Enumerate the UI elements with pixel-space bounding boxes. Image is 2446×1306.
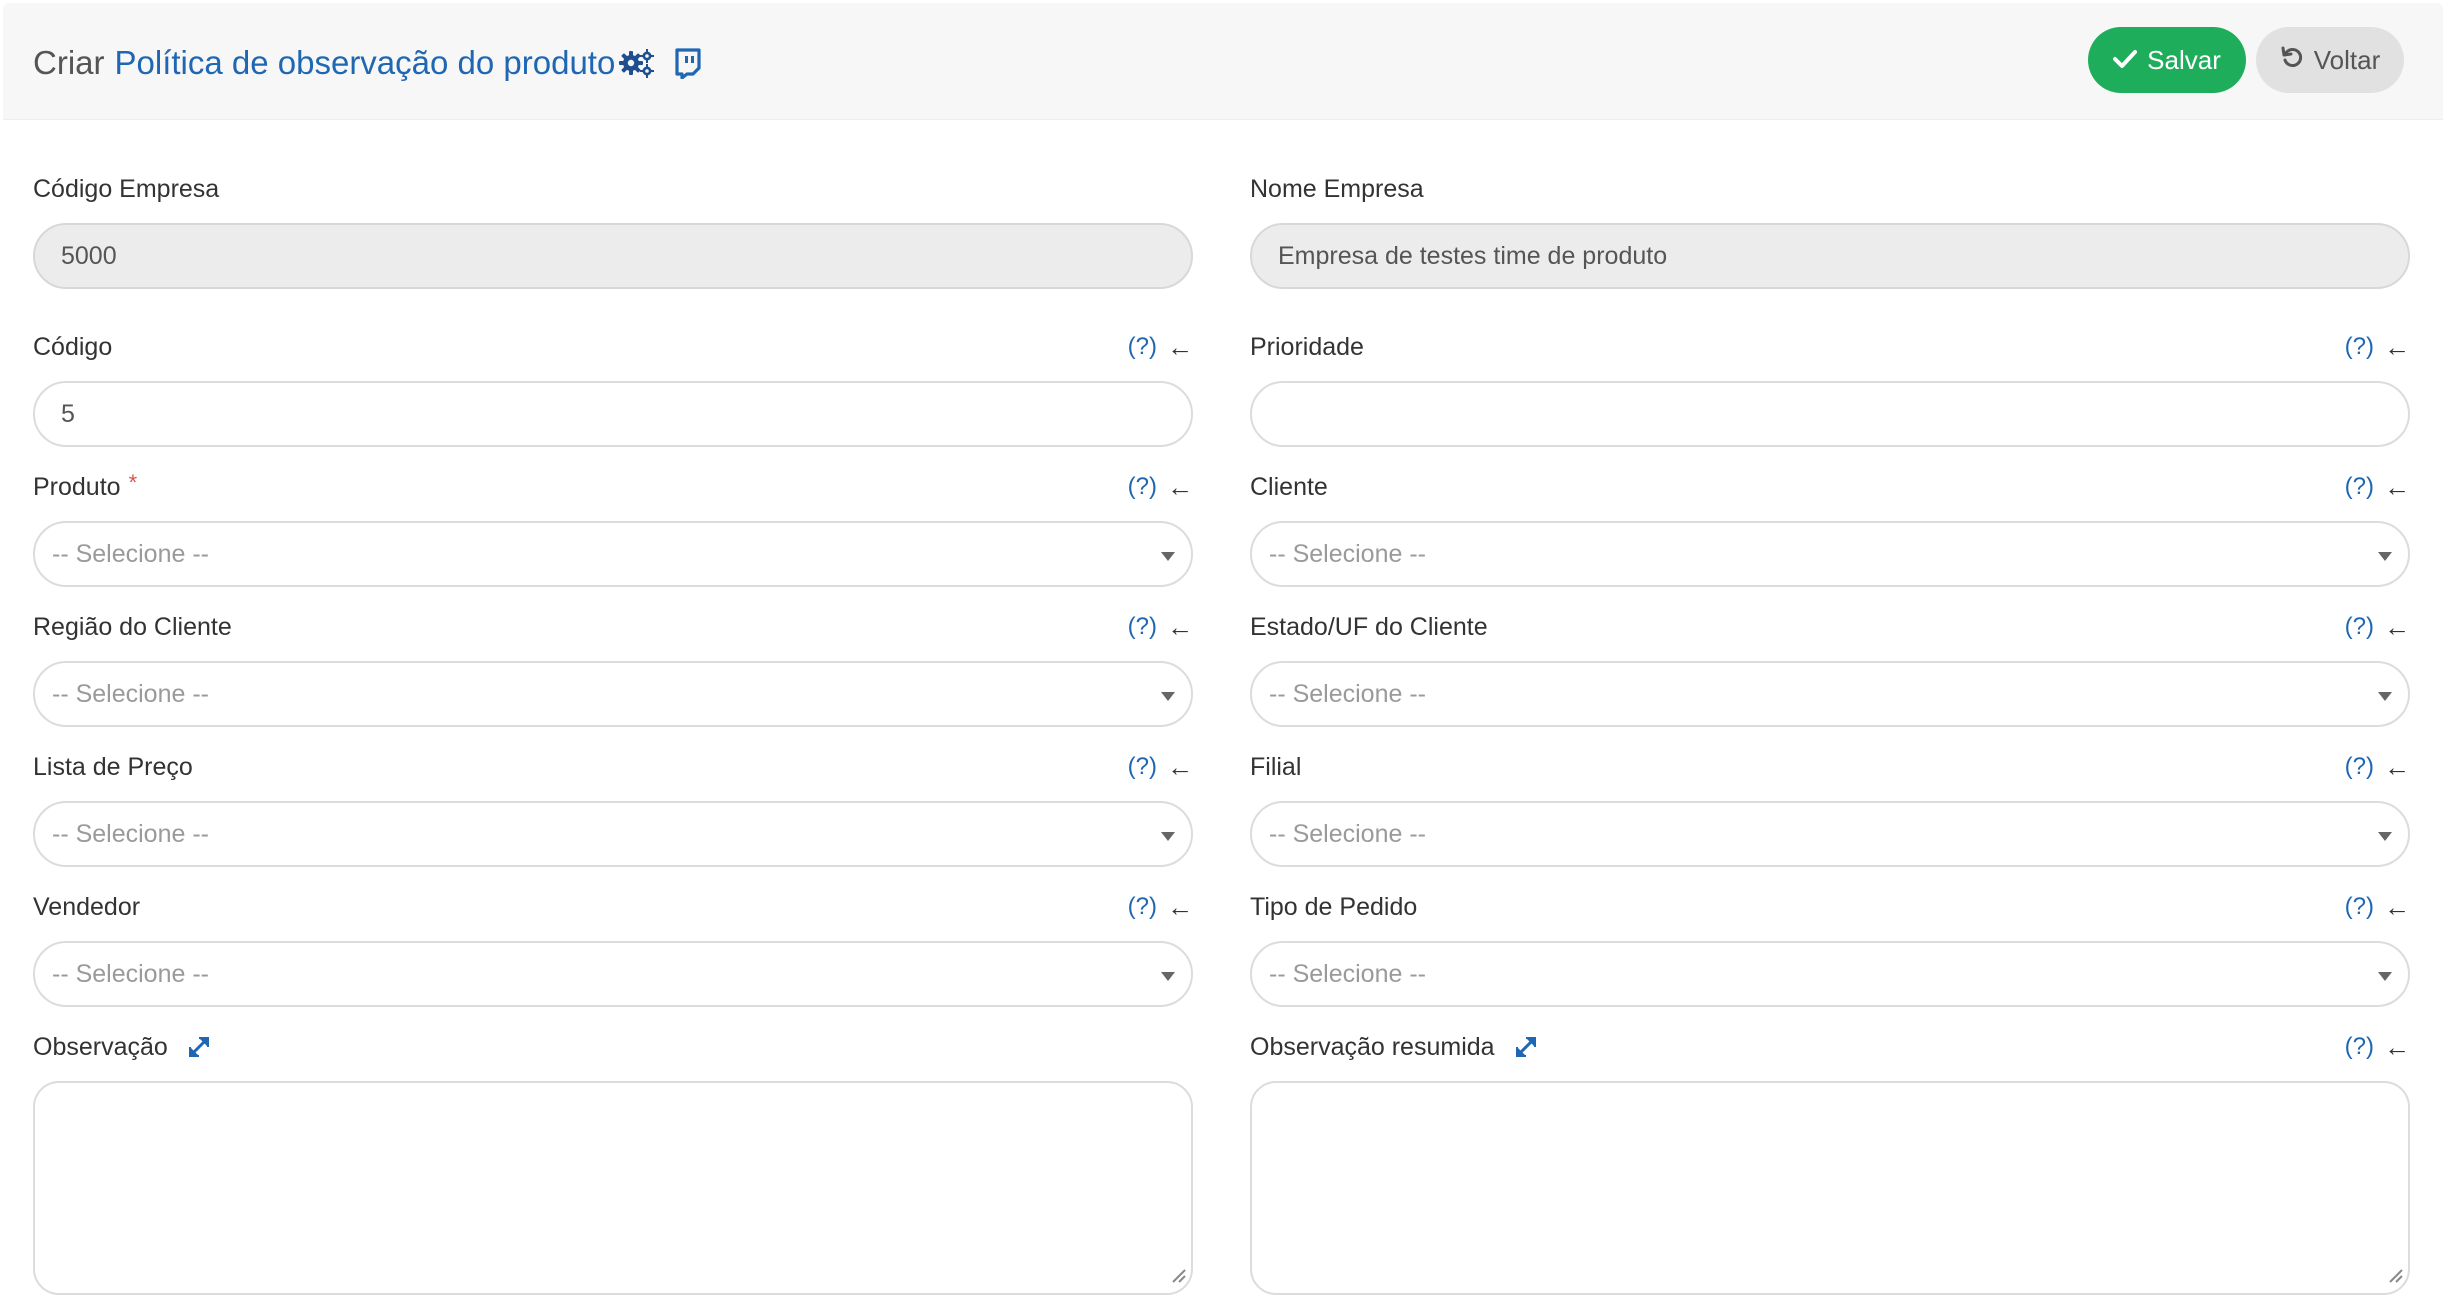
produto-placeholder: -- Selecione --	[52, 539, 209, 568]
prioridade-input[interactable]	[1250, 381, 2410, 447]
nome-empresa-input: Empresa de testes time de produto	[1250, 223, 2410, 289]
produto-label: Produto	[33, 472, 121, 501]
caret-down-icon	[1161, 692, 1175, 701]
lista-preco-select[interactable]: -- Selecione --	[33, 801, 1193, 867]
page: Criar Política de observação do produto	[3, 3, 2443, 1303]
estado-cliente-arrow-icon[interactable]: ←	[2384, 612, 2410, 643]
prioridade-help-link[interactable]: (?)	[2345, 333, 2374, 361]
field-codigo: Código (?) ← 5	[33, 329, 1193, 447]
lista-preco-placeholder: -- Selecione --	[52, 819, 209, 848]
cliente-placeholder: -- Selecione --	[1269, 539, 1426, 568]
vendedor-arrow-icon[interactable]: ←	[1167, 892, 1193, 923]
field-nome-empresa: Nome Empresa Empresa de testes time de p…	[1250, 171, 2410, 289]
field-filial: Filial (?) ← -- Selecione --	[1250, 749, 2410, 867]
observacao-resumida-textarea[interactable]	[1250, 1081, 2410, 1295]
page-header: Criar Política de observação do produto	[3, 3, 2443, 120]
estado-cliente-placeholder: -- Selecione --	[1269, 679, 1426, 708]
undo-icon	[2280, 45, 2304, 76]
vendedor-label: Vendedor	[33, 892, 141, 921]
codigo-empresa-input: 5000	[33, 223, 1193, 289]
field-lista-preco: Lista de Preço (?) ← -- Selecione --	[33, 749, 1193, 867]
produto-help-link[interactable]: (?)	[1128, 473, 1157, 501]
produto-arrow-icon[interactable]: ←	[1167, 472, 1193, 503]
gears-icon[interactable]	[619, 47, 655, 79]
expand-icon[interactable]	[186, 1034, 212, 1060]
caret-down-icon	[1161, 552, 1175, 561]
caret-down-icon	[2378, 832, 2392, 841]
resize-grip-icon[interactable]	[2386, 1266, 2404, 1289]
lista-preco-help-link[interactable]: (?)	[1128, 753, 1157, 781]
prioridade-arrow-icon[interactable]: ←	[2384, 332, 2410, 363]
caret-down-icon	[1161, 972, 1175, 981]
filial-arrow-icon[interactable]: ←	[2384, 752, 2410, 783]
back-button[interactable]: Voltar	[2256, 27, 2404, 93]
observacao-resumida-arrow-icon[interactable]: ←	[2384, 1032, 2410, 1063]
filial-label: Filial	[1250, 752, 1302, 781]
estado-cliente-help-link[interactable]: (?)	[2345, 613, 2374, 641]
nome-empresa-label: Nome Empresa	[1250, 174, 1424, 203]
tipo-pedido-help-link[interactable]: (?)	[2345, 893, 2374, 921]
tipo-pedido-placeholder: -- Selecione --	[1269, 959, 1426, 988]
lista-preco-label: Lista de Preço	[33, 752, 193, 781]
tipo-pedido-arrow-icon[interactable]: ←	[2384, 892, 2410, 923]
tipo-pedido-select[interactable]: -- Selecione --	[1250, 941, 2410, 1007]
field-cliente: Cliente (?) ← -- Selecione --	[1250, 469, 2410, 587]
title-prefix: Criar	[33, 44, 105, 81]
save-button[interactable]: Salvar	[2088, 27, 2246, 93]
page-title: Criar Política de observação do produto	[33, 41, 703, 85]
caret-down-icon	[2378, 972, 2392, 981]
cliente-select[interactable]: -- Selecione --	[1250, 521, 2410, 587]
field-codigo-empresa: Código Empresa 5000	[33, 171, 1193, 289]
save-label: Salvar	[2147, 44, 2221, 75]
field-observacao-resumida: Observação resumida (?) ←	[1250, 1029, 2410, 1295]
filial-placeholder: -- Selecione --	[1269, 819, 1426, 848]
field-observacao: Observação	[33, 1029, 1193, 1295]
field-regiao-cliente: Região do Cliente (?) ← -- Selecione --	[33, 609, 1193, 727]
regiao-cliente-help-link[interactable]: (?)	[1128, 613, 1157, 641]
back-label: Voltar	[2313, 44, 2381, 75]
cliente-help-link[interactable]: (?)	[2345, 473, 2374, 501]
observacao-resumida-help-link[interactable]: (?)	[2345, 1033, 2374, 1061]
lista-preco-arrow-icon[interactable]: ←	[1167, 752, 1193, 783]
field-vendedor: Vendedor (?) ← -- Selecione --	[33, 889, 1193, 1007]
field-estado-cliente: Estado/UF do Cliente (?) ← -- Selecione -…	[1250, 609, 2410, 727]
tipo-pedido-label: Tipo de Pedido	[1250, 892, 1418, 921]
chat-icon[interactable]	[673, 47, 703, 79]
expand-icon[interactable]	[1513, 1034, 1539, 1060]
regiao-cliente-select[interactable]: -- Selecione --	[33, 661, 1193, 727]
caret-down-icon	[2378, 552, 2392, 561]
title-entity[interactable]: Política de observação do produto	[115, 41, 616, 85]
cliente-label: Cliente	[1250, 472, 1328, 501]
codigo-empresa-label: Código Empresa	[33, 174, 220, 203]
observacao-resumida-label: Observação resumida	[1250, 1032, 1495, 1061]
observacao-label: Observação	[33, 1032, 168, 1061]
resize-grip-icon[interactable]	[1169, 1266, 1187, 1289]
caret-down-icon	[2378, 692, 2392, 701]
estado-cliente-label: Estado/UF do Cliente	[1250, 612, 1488, 641]
codigo-input[interactable]: 5	[33, 381, 1193, 447]
regiao-cliente-label: Região do Cliente	[33, 612, 232, 641]
field-produto: Produto * (?) ← -- Selecione --	[33, 469, 1193, 587]
vendedor-help-link[interactable]: (?)	[1128, 893, 1157, 921]
estado-cliente-select[interactable]: -- Selecione --	[1250, 661, 2410, 727]
vendedor-select[interactable]: -- Selecione --	[33, 941, 1193, 1007]
observacao-textarea[interactable]	[33, 1081, 1193, 1295]
produto-select[interactable]: -- Selecione --	[33, 521, 1193, 587]
cliente-arrow-icon[interactable]: ←	[2384, 472, 2410, 503]
check-icon	[2113, 45, 2138, 76]
prioridade-label: Prioridade	[1250, 332, 1364, 361]
header-actions: Salvar Voltar	[2088, 27, 2404, 93]
regiao-cliente-arrow-icon[interactable]: ←	[1167, 612, 1193, 643]
codigo-label: Código	[33, 332, 113, 361]
filial-help-link[interactable]: (?)	[2345, 753, 2374, 781]
field-prioridade: Prioridade (?) ←	[1250, 329, 2410, 447]
filial-select[interactable]: -- Selecione --	[1250, 801, 2410, 867]
field-tipo-pedido: Tipo de Pedido (?) ← -- Selecione --	[1250, 889, 2410, 1007]
codigo-help-link[interactable]: (?)	[1128, 333, 1157, 361]
caret-down-icon	[1161, 832, 1175, 841]
codigo-arrow-icon[interactable]: ←	[1167, 332, 1193, 363]
vendedor-placeholder: -- Selecione --	[52, 959, 209, 988]
regiao-cliente-placeholder: -- Selecione --	[52, 679, 209, 708]
required-marker: *	[128, 470, 138, 495]
